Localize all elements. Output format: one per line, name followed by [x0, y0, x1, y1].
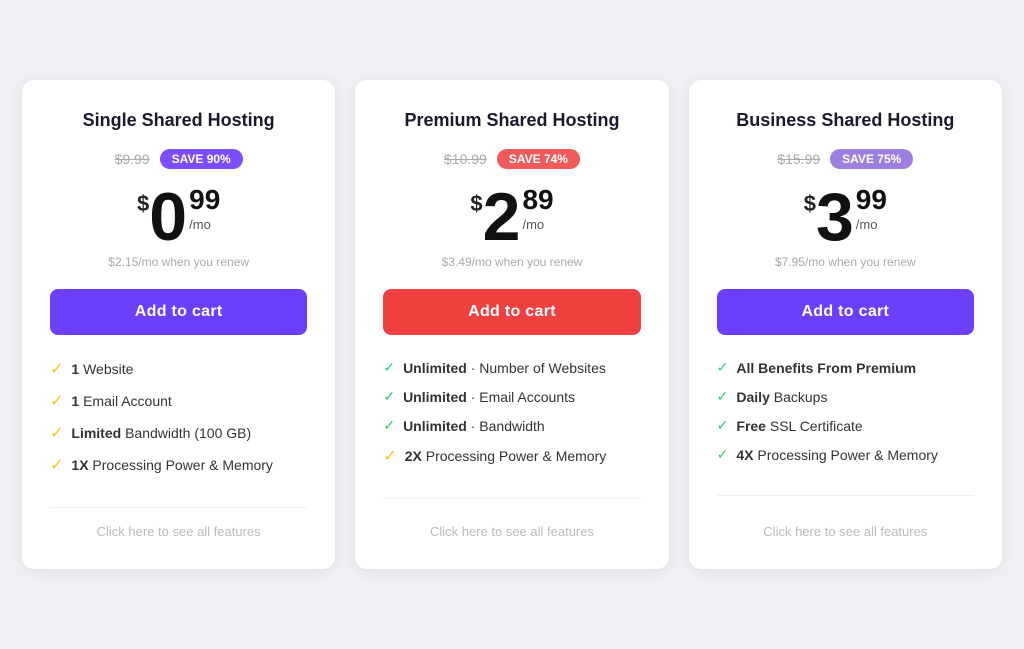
- price-row-business: $15.99 SAVE 75%: [777, 149, 913, 169]
- price-cents-mo-premium: 89 /mo: [522, 183, 553, 232]
- price-cents-business: 99: [856, 183, 887, 217]
- feature-text-single-0: 1 Website: [71, 361, 133, 377]
- price-row-premium: $10.99 SAVE 74%: [444, 149, 580, 169]
- feature-item-single-1: ✓ 1 Email Account: [50, 391, 307, 411]
- check-icon-business-2: ✓: [717, 417, 729, 434]
- price-display-premium: $ 2 89 /mo: [470, 183, 553, 251]
- feature-item-premium-2: ✓ Unlimited · Bandwidth: [383, 417, 640, 434]
- plan-title-single: Single Shared Hosting: [83, 110, 275, 131]
- original-price-single: $9.99: [115, 151, 150, 167]
- check-icon-single-3: ✓: [50, 455, 63, 475]
- feature-text-premium-1: Unlimited · Email Accounts: [403, 389, 575, 405]
- add-to-cart-button-single[interactable]: Add to cart: [50, 289, 307, 335]
- feature-item-business-0: ✓ All Benefits From Premium: [717, 359, 974, 376]
- feature-item-business-3: ✓ 4X Processing Power & Memory: [717, 446, 974, 463]
- add-to-cart-button-premium[interactable]: Add to cart: [383, 289, 640, 335]
- price-dollar-single: $: [137, 191, 149, 217]
- feature-text-business-0: All Benefits From Premium: [736, 360, 916, 376]
- save-badge-premium: SAVE 74%: [497, 149, 580, 169]
- price-main-single: 0: [149, 183, 187, 251]
- price-main-business: 3: [816, 183, 854, 251]
- feature-item-premium-1: ✓ Unlimited · Email Accounts: [383, 388, 640, 405]
- features-list-premium: ✓ Unlimited · Number of Websites ✓ Unlim…: [383, 359, 640, 478]
- price-dollar-premium: $: [470, 191, 482, 217]
- feature-text-business-3: 4X Processing Power & Memory: [736, 447, 938, 463]
- divider-premium: [383, 498, 640, 499]
- divider-single: [50, 507, 307, 508]
- plan-card-single: Single Shared Hosting $9.99 SAVE 90% $ 0…: [22, 80, 335, 569]
- price-cents-premium: 89: [522, 183, 553, 217]
- feature-text-single-2: Limited Bandwidth (100 GB): [71, 425, 251, 441]
- feature-item-premium-3: ✓ 2X Processing Power & Memory: [383, 446, 640, 466]
- feature-text-business-1: Daily Backups: [736, 389, 827, 405]
- plan-title-business: Business Shared Hosting: [736, 110, 954, 131]
- renew-note-single: $2.15/mo when you renew: [108, 255, 249, 269]
- price-cents-mo-single: 99 /mo: [189, 183, 220, 232]
- check-icon-premium-0: ✓: [383, 359, 395, 376]
- check-icon-single-1: ✓: [50, 391, 63, 411]
- features-list-single: ✓ 1 Website ✓ 1 Email Account ✓ Limited …: [50, 359, 307, 487]
- renew-note-business: $7.95/mo when you renew: [775, 255, 916, 269]
- price-display-single: $ 0 99 /mo: [137, 183, 220, 251]
- check-icon-premium-2: ✓: [383, 417, 395, 434]
- feature-item-business-2: ✓ Free SSL Certificate: [717, 417, 974, 434]
- plan-card-business: Business Shared Hosting $15.99 SAVE 75% …: [689, 80, 1002, 569]
- original-price-business: $15.99: [777, 151, 820, 167]
- price-cents-mo-business: 99 /mo: [856, 183, 887, 232]
- save-badge-business: SAVE 75%: [830, 149, 913, 169]
- check-icon-business-1: ✓: [717, 388, 729, 405]
- feature-item-single-3: ✓ 1X Processing Power & Memory: [50, 455, 307, 475]
- feature-text-business-2: Free SSL Certificate: [736, 418, 862, 434]
- feature-text-premium-2: Unlimited · Bandwidth: [403, 418, 545, 434]
- feature-text-single-3: 1X Processing Power & Memory: [71, 457, 273, 473]
- feature-item-premium-0: ✓ Unlimited · Number of Websites: [383, 359, 640, 376]
- price-mo-premium: /mo: [522, 217, 553, 232]
- see-all-features-business[interactable]: Click here to see all features: [763, 524, 927, 539]
- price-row-single: $9.99 SAVE 90%: [115, 149, 243, 169]
- divider-business: [717, 495, 974, 496]
- add-to-cart-button-business[interactable]: Add to cart: [717, 289, 974, 335]
- check-icon-business-0: ✓: [717, 359, 729, 376]
- price-main-premium: 2: [483, 183, 521, 251]
- plan-title-premium: Premium Shared Hosting: [404, 110, 619, 131]
- renew-note-premium: $3.49/mo when you renew: [442, 255, 583, 269]
- feature-text-premium-3: 2X Processing Power & Memory: [405, 448, 607, 464]
- see-all-features-premium[interactable]: Click here to see all features: [430, 524, 594, 539]
- check-icon-premium-3: ✓: [383, 446, 396, 466]
- price-mo-business: /mo: [856, 217, 887, 232]
- check-icon-business-3: ✓: [717, 446, 729, 463]
- original-price-premium: $10.99: [444, 151, 487, 167]
- feature-text-single-1: 1 Email Account: [71, 393, 171, 409]
- feature-item-single-2: ✓ Limited Bandwidth (100 GB): [50, 423, 307, 443]
- feature-item-single-0: ✓ 1 Website: [50, 359, 307, 379]
- feature-item-business-1: ✓ Daily Backups: [717, 388, 974, 405]
- check-icon-single-0: ✓: [50, 359, 63, 379]
- price-mo-single: /mo: [189, 217, 220, 232]
- price-display-business: $ 3 99 /mo: [804, 183, 887, 251]
- pricing-container: Single Shared Hosting $9.99 SAVE 90% $ 0…: [22, 80, 1002, 569]
- check-icon-single-2: ✓: [50, 423, 63, 443]
- feature-text-premium-0: Unlimited · Number of Websites: [403, 360, 606, 376]
- save-badge-single: SAVE 90%: [160, 149, 243, 169]
- price-dollar-business: $: [804, 191, 816, 217]
- see-all-features-single[interactable]: Click here to see all features: [97, 524, 261, 539]
- features-list-business: ✓ All Benefits From Premium ✓ Daily Back…: [717, 359, 974, 475]
- plan-card-premium: Premium Shared Hosting $10.99 SAVE 74% $…: [355, 80, 668, 569]
- check-icon-premium-1: ✓: [383, 388, 395, 405]
- price-cents-single: 99: [189, 183, 220, 217]
